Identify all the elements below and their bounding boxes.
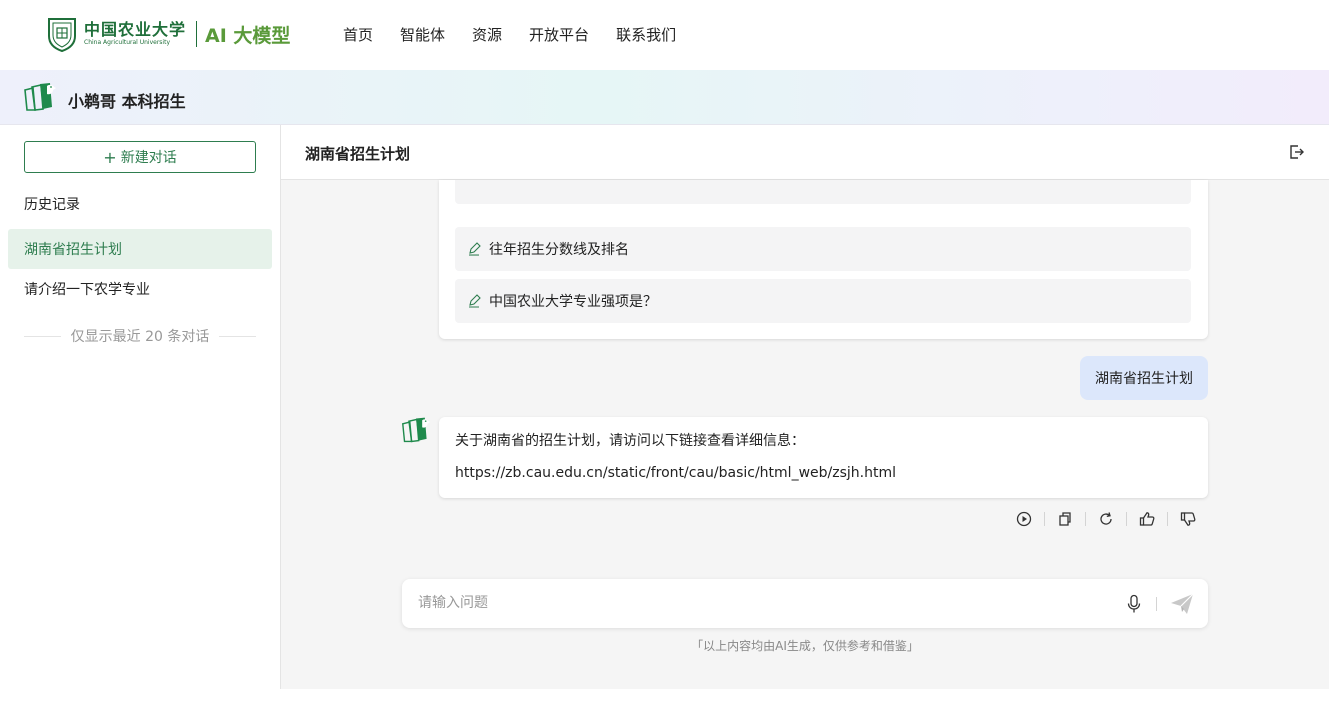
history-item[interactable]: 请介绍一下农学专业 — [8, 269, 272, 309]
nav-item-resources[interactable]: 资源 — [472, 24, 502, 45]
divider — [24, 335, 61, 337]
suggestion-item[interactable]: 中国农业大学专业强项是？ — [455, 279, 1191, 323]
like-button[interactable] — [1137, 509, 1157, 529]
school-name-cn: 中国农业大学 — [84, 20, 187, 39]
pencil-icon — [469, 242, 481, 256]
suggestion-card: 往年招生分数线及排名 中国农业大学专业强项是？ — [439, 180, 1208, 339]
history-item[interactable]: 湖南省招生计划 — [8, 229, 272, 269]
agent-name: 小鹈哥 本科招生 — [68, 92, 186, 111]
divider — [1085, 512, 1086, 526]
new-chat-button[interactable]: + 新建对话 — [24, 141, 256, 173]
history-title: 历史记录 — [24, 197, 80, 213]
bot-message-link[interactable]: https://zb.cau.edu.cn/static/front/cau/b… — [455, 464, 1192, 482]
history-limit-note: 仅显示最近 20 条对话 — [24, 326, 256, 346]
nav-item-home[interactable]: 首页 — [343, 24, 373, 45]
divider — [1167, 512, 1168, 526]
suggestion-item[interactable]: 往年招生分数线及排名 — [455, 227, 1191, 271]
agent-header: 小鹈哥 本科招生 — [0, 70, 1329, 125]
sidebar: + 新建对话 历史记录 湖南省招生计划 请介绍一下农学专业 仅显示最近 20 条… — [0, 125, 281, 689]
play-button[interactable] — [1014, 509, 1034, 529]
logo-divider — [196, 21, 198, 47]
play-icon — [1016, 511, 1032, 527]
chat-area: 湖南省招生计划 往年招生分数线及排名 中国农业大学专业强项是？ 湖南省招生计划 — [281, 125, 1329, 689]
divider — [1156, 597, 1157, 611]
school-name-en: China Agricultural University — [84, 39, 171, 46]
pencil-icon — [469, 294, 481, 308]
agent-logo-icon — [24, 83, 56, 111]
divider — [1044, 512, 1045, 526]
history-limit-text: 仅显示最近 20 条对话 — [70, 329, 210, 345]
divider — [219, 335, 256, 337]
conversation-title: 湖南省招生计划 — [305, 145, 411, 163]
chat-header: 湖南省招生计划 — [281, 125, 1329, 180]
dislike-button[interactable] — [1178, 509, 1198, 529]
top-navbar: 中国农业大学 China Agricultural University AI … — [0, 0, 1329, 70]
nav-item-contact[interactable]: 联系我们 — [616, 24, 676, 45]
regenerate-button[interactable] — [1096, 509, 1116, 529]
microphone-icon[interactable] — [1126, 594, 1142, 614]
university-seal-icon — [48, 18, 76, 52]
nav-item-agents[interactable]: 智能体 — [400, 24, 445, 45]
brand-logo[interactable]: 中国农业大学 China Agricultural University AI … — [46, 16, 290, 52]
suggestion-item[interactable] — [455, 180, 1191, 204]
nav-item-open-platform[interactable]: 开放平台 — [529, 24, 589, 45]
thumbs-up-icon — [1139, 512, 1155, 526]
product-title: AI 大模型 — [205, 24, 291, 47]
send-icon[interactable] — [1170, 593, 1194, 615]
refresh-icon — [1100, 512, 1112, 525]
new-chat-label: 新建对话 — [120, 150, 177, 166]
thumbs-down-icon — [1180, 512, 1196, 526]
question-input[interactable] — [418, 593, 1098, 613]
bot-avatar-icon — [402, 417, 431, 443]
history-item-label: 湖南省招生计划 — [24, 242, 122, 258]
plus-icon: + — [103, 147, 117, 167]
message-actions — [1014, 509, 1198, 529]
suggestion-text: 中国农业大学专业强项是？ — [489, 294, 657, 310]
copy-button[interactable] — [1055, 509, 1075, 529]
user-message: 湖南省招生计划 — [1080, 356, 1208, 400]
bot-message: 关于湖南省的招生计划，请访问以下链接查看详细信息： https://zb.cau… — [439, 417, 1208, 498]
main-menu: 首页 智能体 资源 开放平台 联系我们 — [343, 24, 676, 45]
exit-icon[interactable] — [1289, 144, 1305, 160]
chat-composer — [402, 579, 1208, 628]
divider — [1126, 512, 1127, 526]
history-item-label: 请介绍一下农学专业 — [24, 282, 150, 298]
bot-message-text: 关于湖南省的招生计划，请访问以下链接查看详细信息： — [455, 433, 805, 449]
suggestion-text: 往年招生分数线及排名 — [489, 242, 629, 258]
ai-disclaimer: 「以上内容均由AI生成，仅供参考和借鉴」 — [691, 639, 919, 653]
copy-icon — [1059, 512, 1071, 526]
